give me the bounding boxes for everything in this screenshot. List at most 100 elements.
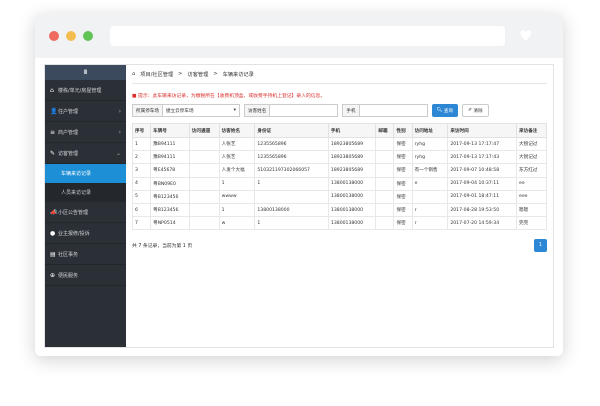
sidebar-item-visitors[interactable]: ✎ 访客管理 ⌄ xyxy=(45,143,126,164)
breadcrumb-item[interactable]: 访客管理 xyxy=(188,71,209,78)
table-cell: 1 xyxy=(254,216,329,231)
sidebar-item-label: 楼栋/单元/房屋管理 xyxy=(58,87,102,94)
sidebar-item-label: 便民服务 xyxy=(58,272,79,279)
sidebar-item-affairs[interactable]: ▤ 社区事务 xyxy=(45,244,126,265)
column-header: 车牌号 xyxy=(150,123,190,138)
table-cell: 东方红过 xyxy=(516,163,547,178)
sidebar-item-residents[interactable]: 👤 住户管理 › xyxy=(45,101,126,122)
sidebar-subitem-person-visits[interactable]: 人员来访记录 xyxy=(45,183,126,202)
community-select[interactable]: 捷立云停车场 ▾ xyxy=(162,104,240,117)
address-bar[interactable] xyxy=(110,26,505,46)
breadcrumb-separator: > xyxy=(178,71,183,77)
table-cell xyxy=(188,202,220,218)
table-cell: 2017-07-20 14:59:34 xyxy=(447,216,518,231)
table-cell: 2017-09-07 10:48:58 xyxy=(447,163,518,178)
document-icon: ▤ xyxy=(50,250,56,258)
table-cell xyxy=(375,136,395,152)
table-cell xyxy=(188,216,220,231)
table-cell: 18923805689 xyxy=(327,150,377,165)
page-button[interactable]: 1 xyxy=(534,239,547,253)
table-cell xyxy=(188,163,220,178)
table-cell: 1 xyxy=(218,176,256,191)
table-row[interactable]: 3 粤E45678 人发个大福 510321197302066057 189238056… xyxy=(131,163,547,178)
table-cell: ryhg xyxy=(411,150,449,165)
table-cell: 保密 xyxy=(393,202,413,218)
search-icon: 🔍︎ xyxy=(436,108,443,113)
table-cell xyxy=(188,176,220,191)
visitor-name-input[interactable] xyxy=(270,104,339,117)
table-cell: 2 xyxy=(131,150,152,165)
record-summary: 共 7 条记录，当前为第 1 页 xyxy=(132,244,193,250)
sidebar-item-label: 小区公告管理 xyxy=(58,209,89,216)
table-cell: 13800138000 xyxy=(327,189,377,204)
table-cell xyxy=(188,136,220,152)
close-window-button[interactable] xyxy=(49,31,59,41)
chevron-right-icon: › xyxy=(118,128,121,136)
sidebar-item-merchants[interactable]: ≡ 商户管理 › xyxy=(45,122,126,143)
table-cell: 2017-09-01 18:47:11 xyxy=(447,189,518,204)
query-button-label: 查询 xyxy=(443,108,454,114)
table-row[interactable]: 5 粤B123456 wwww 13800138000 保密 2017-09-01 18:… xyxy=(131,189,547,204)
menu-icon: Ⅲ xyxy=(83,69,88,76)
table-cell: 有一个销售 xyxy=(411,163,449,178)
table-cell: 粤B123456 xyxy=(150,189,190,204)
maximize-window-button[interactable] xyxy=(83,31,93,41)
table-cell xyxy=(411,189,449,204)
sidebar-item-announcements[interactable]: 📣 小区公告管理 xyxy=(45,202,126,223)
tip-message: ■ 提示：此车辆来访记录，为缴税所在【收费机顶盒、或收费手持机上登记】录入的信息… xyxy=(132,94,326,99)
table-cell: 人张艺 xyxy=(218,136,256,152)
phone-label: 手机 xyxy=(342,104,360,117)
table-cell: 4 xyxy=(131,176,152,191)
table-row[interactable]: 2 豫B94111 人张艺 1235565896 18923805689 保密 ryhg 20… xyxy=(131,150,547,165)
column-header: 身份证 xyxy=(254,123,329,138)
heart-icon[interactable]: ♥ xyxy=(519,29,535,44)
sidebar-subitem-vehicle-visits[interactable]: 车辆来访记录 xyxy=(45,164,126,183)
table-cell: r xyxy=(411,216,449,231)
table-cell: 1235565896 xyxy=(254,136,329,152)
table-row[interactable]: 4 粤BN09E0 1 1 13800138000 保密 e 2017-09-04 10:37… xyxy=(131,176,547,191)
table-row[interactable]: 7 粤NP0514 w 1 13800138000 保密 r 2017-07-20 14:59… xyxy=(131,216,547,231)
table-cell: 1 xyxy=(131,136,152,152)
breadcrumb-item[interactable]: 项目/社区管理 xyxy=(140,71,173,78)
sidebar-subitem-label: 人员来访记录 xyxy=(61,190,92,196)
table-cell: 18923805689 xyxy=(327,163,377,178)
table-cell: 嗯嗯 xyxy=(516,202,547,218)
sidebar-toggle[interactable]: Ⅲ xyxy=(45,65,126,80)
user-icon: 👤 xyxy=(50,107,58,115)
column-header: 序号 xyxy=(131,123,152,138)
table-cell: 粤E45678 xyxy=(150,163,190,178)
megaphone-icon: 📣 xyxy=(50,208,58,216)
table-cell xyxy=(188,150,220,165)
sidebar-item-label: 业主报修/投诉 xyxy=(58,230,90,237)
phone-input[interactable] xyxy=(359,104,428,117)
chevron-down-icon: ⌄ xyxy=(115,149,121,157)
browser-window: ♥ Ⅲ ⌂ 楼栋/单元/房屋管理 👤 住户管理 › ≡ 商户管理 › ✎ 访客管… xyxy=(35,14,563,356)
table-cell: 人发个大福 xyxy=(218,163,256,178)
table-cell: 豫B94111 xyxy=(150,150,190,165)
breadcrumb: ⌂ 项目/社区管理 > 访客管理 > 车辆来访记录 xyxy=(132,65,547,84)
clear-button[interactable]: ✐ 清除 xyxy=(462,104,489,117)
column-header: 访问通道 xyxy=(188,123,220,138)
table-cell: 粤NP0514 xyxy=(150,216,190,231)
minimize-window-button[interactable] xyxy=(66,31,76,41)
sidebar-item-repairs[interactable]: ● 业主报修/投诉 xyxy=(45,223,126,244)
table-cell: eee xyxy=(516,189,547,204)
table-row[interactable]: 1 豫B94111 人张艺 1235565896 18923805689 保密 ryhg 20… xyxy=(131,136,547,152)
table-row[interactable]: 6 粤B123456 1 13800138000 13800138000 保密 r 2017-… xyxy=(131,202,547,218)
table-cell: 13800138000 xyxy=(327,216,377,231)
sidebar-item-building[interactable]: ⌂ 楼栋/单元/房屋管理 xyxy=(45,80,126,101)
table-cell: 1 xyxy=(254,176,329,191)
table-cell: 保密 xyxy=(393,150,413,165)
query-button[interactable]: 🔍︎ 查询 xyxy=(431,104,459,117)
column-header: 访客姓名 xyxy=(218,123,256,138)
sidebar-item-label: 商户管理 xyxy=(58,129,79,136)
table-cell xyxy=(375,176,395,191)
sidebar-item-label: 住户管理 xyxy=(58,108,79,115)
table-cell: 保密 xyxy=(393,136,413,152)
table-cell: r xyxy=(411,202,449,218)
column-header: 来访时间 xyxy=(447,123,518,138)
sidebar-item-services[interactable]: ⊕ 便民服务 xyxy=(45,265,126,286)
table-cell: 保密 xyxy=(393,189,413,204)
table-cell xyxy=(375,216,395,231)
column-header: 性别 xyxy=(393,123,413,138)
